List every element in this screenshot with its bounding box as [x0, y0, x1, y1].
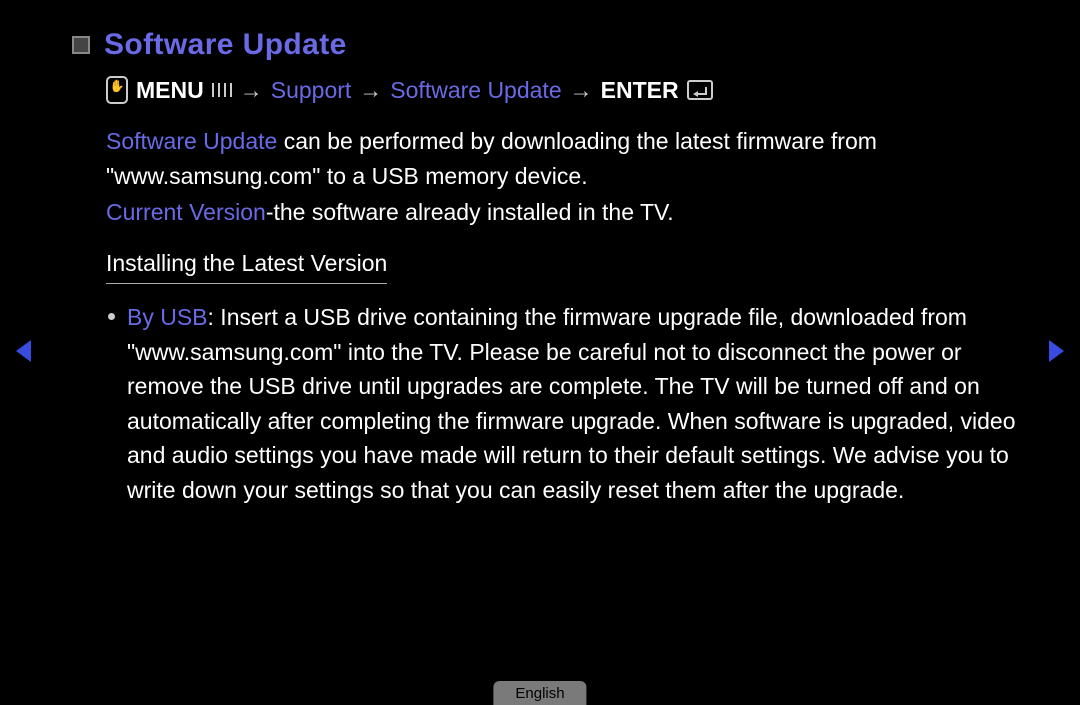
language-tab[interactable]: English — [493, 681, 586, 705]
menu-path: ✋ MENU → Support → Software Update → ENT… — [106, 76, 1030, 104]
remote-icon: ✋ — [106, 76, 128, 104]
path-arrow-icon: → — [240, 77, 263, 104]
bullet-item: By USB: Insert a USB drive containing th… — [108, 300, 1030, 507]
path-menu-label: MENU — [136, 77, 204, 104]
body-text: Software Update can be performed by down… — [106, 124, 1030, 507]
path-enter-label: ENTER — [601, 77, 679, 104]
nav-next-button[interactable] — [1049, 340, 1064, 362]
page-title: Software Update — [104, 28, 347, 62]
nav-prev-button[interactable] — [16, 340, 31, 362]
path-arrow-icon: → — [359, 77, 382, 104]
intro-label: Software Update — [106, 128, 277, 154]
current-version-paragraph: Current Version-the software already ins… — [106, 195, 1030, 230]
path-arrow-icon: → — [570, 77, 593, 104]
bullet-text: By USB: Insert a USB drive containing th… — [127, 300, 1030, 507]
path-support: Support — [271, 77, 352, 104]
intro-paragraph: Software Update can be performed by down… — [106, 124, 1030, 193]
heading-row: Software Update — [72, 28, 1030, 62]
manual-page-content: Software Update ✋ MENU → Support → Softw… — [72, 28, 1030, 507]
bullet-label: By USB — [127, 304, 208, 330]
menu-bars-icon — [212, 83, 232, 97]
enter-icon — [687, 80, 713, 100]
section-box-icon — [72, 36, 90, 54]
bullet-dot-icon — [108, 313, 115, 320]
path-software-update: Software Update — [390, 77, 561, 104]
section-subheading: Installing the Latest Version — [106, 246, 387, 285]
current-version-text: -the software already installed in the T… — [266, 199, 674, 225]
bullet-body: : Insert a USB drive containing the firm… — [127, 304, 1016, 503]
current-version-label: Current Version — [106, 199, 266, 225]
